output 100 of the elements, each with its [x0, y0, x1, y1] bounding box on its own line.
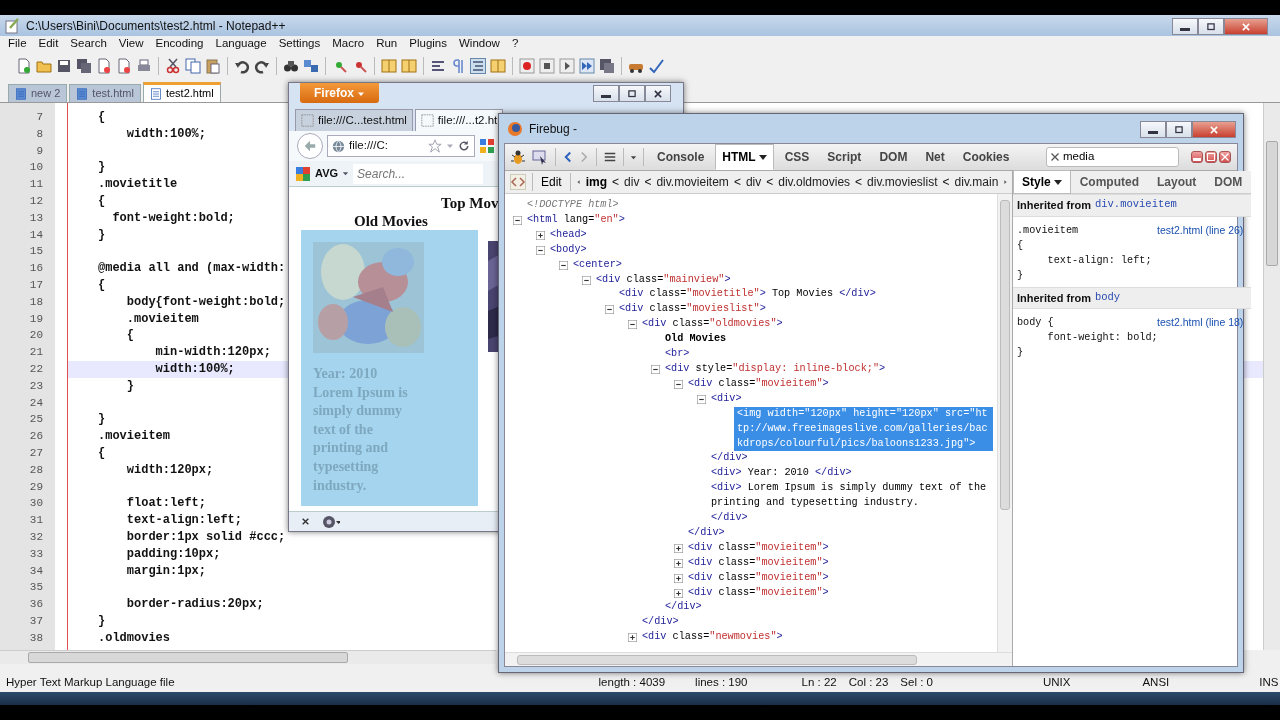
- bug-icon[interactable]: [509, 149, 527, 165]
- play-icon[interactable]: [559, 58, 575, 74]
- clipboard-icon[interactable]: [205, 58, 221, 74]
- reload-icon[interactable]: [458, 140, 470, 152]
- toolbar-brand[interactable]: AVG: [315, 165, 339, 182]
- save-icon[interactable]: [56, 58, 72, 74]
- expand-icon[interactable]: [674, 588, 683, 598]
- expand-icon[interactable]: [674, 558, 683, 568]
- split-view-icon[interactable]: [381, 58, 397, 74]
- save-all-icon[interactable]: [76, 58, 92, 74]
- scissors-icon[interactable]: [165, 58, 181, 74]
- menu-icon[interactable]: [603, 150, 617, 164]
- word-wrap-icon[interactable]: [430, 58, 446, 74]
- source-link[interactable]: test2.html (line 18): [1157, 315, 1248, 330]
- search-engine-icon[interactable]: [479, 138, 495, 154]
- side-panel-tab[interactable]: Layout: [1148, 170, 1206, 194]
- menu-item[interactable]: Macro: [332, 35, 365, 53]
- redo-icon[interactable]: [254, 58, 270, 74]
- code-icon[interactable]: [509, 174, 527, 190]
- address-bar[interactable]: file:///C:: [327, 135, 475, 157]
- breadcrumb-link[interactable]: div: [745, 173, 762, 191]
- scroll-right-icon[interactable]: [1003, 178, 1009, 186]
- panel-minimize-button[interactable]: [1191, 151, 1203, 163]
- dropdown-icon[interactable]: [342, 170, 350, 177]
- maximize-button[interactable]: [619, 85, 645, 102]
- breadcrumb-link[interactable]: div.main: [954, 173, 999, 191]
- tree-node[interactable]: <div> Year: 2010 </div>: [711, 466, 852, 482]
- collapse-icon[interactable]: [651, 364, 660, 374]
- maximize-button[interactable]: [1166, 121, 1192, 138]
- tree-node[interactable]: <div> Lorem Ipsum is simply dummy text of the printing and typesetting industry.: [711, 481, 993, 512]
- close-all-icon[interactable]: [116, 58, 132, 74]
- collapse-icon[interactable]: [628, 320, 637, 330]
- tree-node[interactable]: <div class="movietitle"> Top Movies </div>: [619, 287, 876, 303]
- tree-node[interactable]: <body>: [550, 242, 587, 258]
- menu-item[interactable]: Edit: [38, 35, 59, 53]
- tree-node[interactable]: <div class="mainview">: [596, 272, 731, 288]
- stop-icon[interactable]: [539, 58, 555, 74]
- search-field[interactable]: Search...: [353, 163, 484, 184]
- menu-item[interactable]: Language: [215, 35, 267, 53]
- vertical-scrollbar[interactable]: [997, 194, 1012, 652]
- menu-item[interactable]: Encoding: [155, 35, 204, 53]
- menu-item[interactable]: Run: [376, 35, 398, 53]
- panel-tab[interactable]: DOM: [872, 144, 915, 170]
- copy-icon[interactable]: [185, 58, 201, 74]
- browser-tab[interactable]: file:///C...test.html: [295, 109, 413, 131]
- panel-tab[interactable]: Console: [650, 144, 712, 170]
- breadcrumb-link[interactable]: div.movieitem: [656, 173, 729, 191]
- menu-item[interactable]: Settings: [278, 35, 321, 53]
- tree-node[interactable]: <div class="movieslist">: [619, 302, 766, 318]
- caret-icon[interactable]: [630, 153, 637, 161]
- file-tab[interactable]: new 2: [8, 84, 68, 102]
- tree-node[interactable]: <center>: [573, 257, 622, 273]
- tree-node[interactable]: <head>: [550, 227, 587, 243]
- maximize-button[interactable]: [1198, 18, 1224, 35]
- collapse-icon[interactable]: [536, 245, 545, 255]
- tree-node[interactable]: <!DOCTYPE html>: [527, 198, 619, 213]
- menu-item[interactable]: Window: [459, 35, 500, 53]
- collapse-icon[interactable]: [559, 260, 568, 270]
- side-panel-tab[interactable]: Style: [1013, 170, 1071, 194]
- tree-node[interactable]: <div class="movieitem">: [688, 376, 829, 392]
- close-icon[interactable]: [301, 517, 310, 526]
- star-icon[interactable]: [428, 139, 442, 153]
- file-tab[interactable]: test2.html: [142, 82, 221, 102]
- new-file-icon[interactable]: [16, 58, 32, 74]
- panel-tab[interactable]: Net: [918, 144, 952, 170]
- tree-node[interactable]: <div class="movieitem">: [688, 585, 829, 601]
- horizontal-scrollbar[interactable]: [0, 650, 496, 664]
- panel-close-button[interactable]: [1219, 151, 1231, 163]
- panel-tab[interactable]: HTML: [715, 144, 774, 170]
- addon-icon[interactable]: [320, 513, 340, 530]
- collapse-icon[interactable]: [513, 215, 522, 225]
- tree-node[interactable]: <div class="movieitem">: [688, 555, 829, 571]
- tree-node[interactable]: <div class="movieitem">: [688, 570, 829, 586]
- tree-node[interactable]: <div class="oldmovies">: [642, 317, 783, 333]
- expand-icon[interactable]: [536, 230, 545, 240]
- tree-node[interactable]: <div class="movieitem">: [688, 540, 829, 556]
- undo-icon[interactable]: [234, 58, 250, 74]
- breadcrumb-link[interactable]: div.oldmovies: [778, 173, 851, 191]
- vertical-scrollbar[interactable]: [1263, 103, 1280, 650]
- close-file-icon[interactable]: [96, 58, 112, 74]
- collapse-icon[interactable]: [674, 379, 683, 389]
- collapse-icon[interactable]: [605, 305, 614, 315]
- side-panel-tab[interactable]: Computed: [1070, 170, 1148, 194]
- minimize-button[interactable]: [1140, 121, 1166, 138]
- browser-tab[interactable]: file:///...t2.ht: [414, 109, 504, 131]
- expand-icon[interactable]: [628, 633, 637, 643]
- record-icon[interactable]: [519, 58, 535, 74]
- menu-item[interactable]: ?: [511, 35, 519, 53]
- printer-icon[interactable]: [136, 58, 152, 74]
- breadcrumb-link[interactable]: img: [585, 173, 608, 191]
- tree-node[interactable]: <div class="newmovies">: [642, 630, 783, 646]
- clear-icon[interactable]: [1051, 153, 1059, 161]
- side-panel-tab[interactable]: DOM: [1205, 170, 1252, 194]
- binoculars-icon[interactable]: [283, 58, 299, 74]
- minimize-button[interactable]: [1172, 18, 1198, 35]
- indent-guide-icon[interactable]: [470, 58, 486, 74]
- close-button[interactable]: [645, 85, 671, 102]
- inspect-icon[interactable]: [531, 149, 549, 165]
- play-multiple-icon[interactable]: [579, 58, 595, 74]
- menu-item[interactable]: Search: [70, 35, 107, 53]
